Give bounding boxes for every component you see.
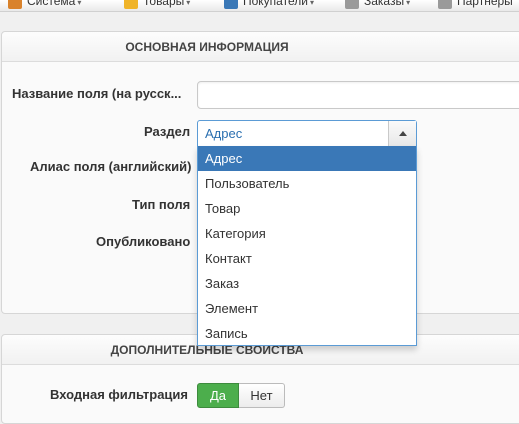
field-name-input[interactable] — [197, 81, 519, 109]
chevron-up-icon[interactable] — [388, 121, 416, 146]
menu-item-orders[interactable]: Заказы ▾ — [345, 0, 411, 11]
box-icon — [124, 0, 138, 9]
menu-item-label: Партнеры — [457, 0, 513, 8]
dropdown-option-contact[interactable]: Контакт — [198, 246, 416, 271]
caret-down-icon: ▾ — [77, 0, 82, 7]
dropdown-option-user[interactable]: Пользователь — [198, 171, 416, 196]
dropdown-option-address[interactable]: Адрес — [198, 146, 416, 171]
dropdown-option-element[interactable]: Элемент — [198, 296, 416, 321]
menu-item-label: Система — [27, 0, 76, 8]
published-label: Опубликовано — [96, 234, 191, 249]
section-label: Раздел — [144, 124, 191, 139]
caret-down-icon: ▾ — [406, 0, 411, 7]
alias-label: Алиас поля (английский) — [30, 159, 192, 174]
field-name-label: Название поля (на русск... — [12, 86, 182, 101]
dropdown-option-record[interactable]: Запись — [198, 321, 416, 346]
caret-down-icon: ▾ — [309, 0, 314, 7]
partners-icon — [438, 0, 452, 9]
extra-properties-panel: ДОПОЛНИТЕЛЬНЫЕ СВОЙСТВА — [1, 334, 519, 424]
wrench-icon — [8, 0, 22, 9]
input-filter-label: Входная фильтрация — [50, 387, 189, 402]
menu-item-customers[interactable]: Покупатели ▾ — [224, 0, 314, 11]
menu-item-system[interactable]: Система ▾ — [8, 0, 82, 11]
section-select-value: Адрес — [205, 126, 243, 141]
users-icon — [224, 0, 238, 9]
menu-item-label: Заказы — [364, 0, 405, 8]
dropdown-option-product[interactable]: Товар — [198, 196, 416, 221]
panel-title: ОСНОВНАЯ ИНФОРМАЦИЯ — [125, 40, 289, 54]
menu-item-partners[interactable]: Партнеры — [438, 0, 513, 11]
type-label: Тип поля — [132, 197, 191, 212]
menu-item-products[interactable]: Товары ▾ — [124, 0, 191, 11]
menu-item-label: Покупатели — [243, 0, 308, 8]
section-select[interactable]: Адрес — [197, 120, 417, 147]
top-menu-bar: Система ▾ Товары ▾ Покупатели ▾ Заказы ▾ Пар… — [0, 0, 519, 12]
filter-no-button[interactable]: Нет — [239, 383, 285, 408]
filter-yes-button[interactable]: Да — [197, 383, 239, 408]
panel-header: ОСНОВНАЯ ИНФОРМАЦИЯ — [2, 32, 519, 62]
menu-item-label: Товары — [143, 0, 185, 8]
orders-icon — [345, 0, 359, 9]
caret-down-icon: ▾ — [186, 0, 191, 7]
dropdown-option-order[interactable]: Заказ — [198, 271, 416, 296]
dropdown-option-category[interactable]: Категория — [198, 221, 416, 246]
section-dropdown-list: Адрес Пользователь Товар Категория Конта… — [197, 146, 417, 346]
